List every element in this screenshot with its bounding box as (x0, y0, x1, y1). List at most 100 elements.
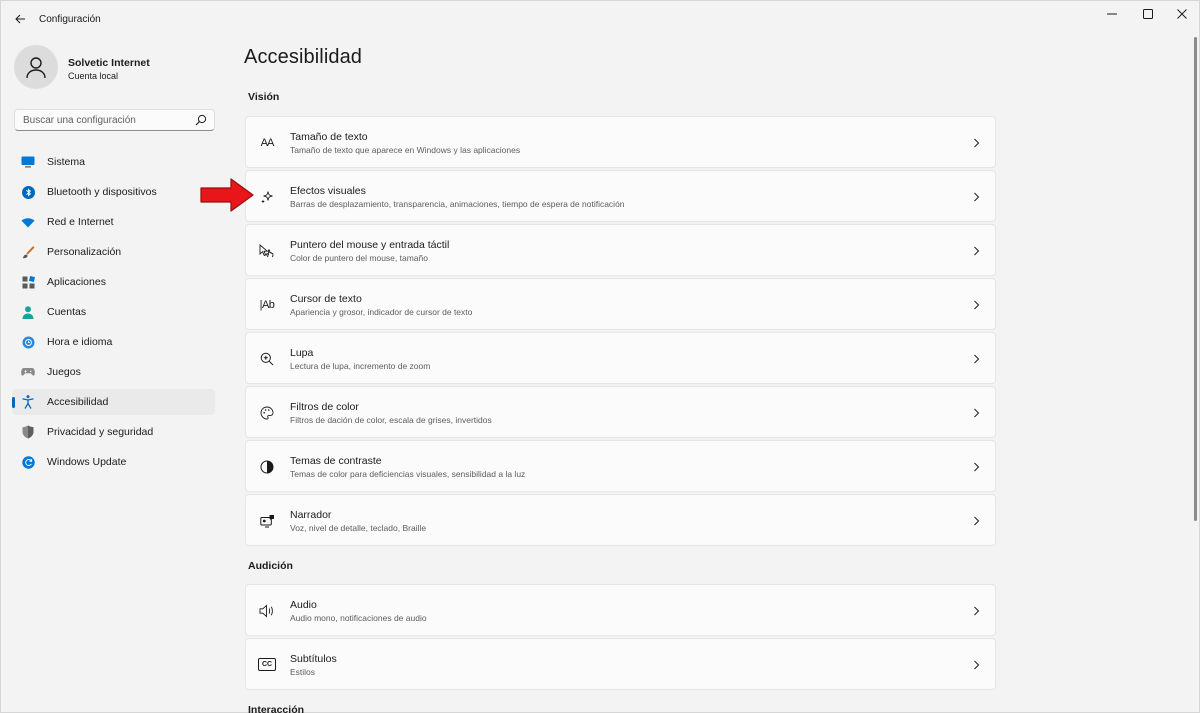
apps-icon (21, 275, 35, 289)
card-title: Subtítulos (290, 653, 337, 665)
nav-item-windows-update[interactable]: Windows Update (12, 449, 215, 475)
card-title: Tamaño de texto (290, 131, 368, 143)
nav-label: Hora e idioma (47, 336, 113, 348)
chevron-right-icon (974, 606, 980, 616)
maximize-icon (1143, 9, 1153, 19)
nav-label: Personalización (47, 246, 122, 258)
maximize-button[interactable] (1129, 1, 1167, 27)
nav-label: Cuentas (47, 306, 87, 318)
nav-item-sistema[interactable]: Sistema (12, 149, 215, 175)
palette-icon (258, 404, 276, 422)
magnifier-icon (258, 350, 276, 368)
nav-item-hora[interactable]: Hora e idioma (12, 329, 215, 355)
card-title: Audio (290, 599, 317, 611)
nav-item-accesibilidad[interactable]: Accesibilidad (12, 389, 215, 415)
nav-item-juegos[interactable]: Juegos (12, 359, 215, 385)
section-title-vision: Visión (248, 91, 280, 103)
card-filtros-color[interactable]: Filtros de color Filtros de dación de co… (245, 386, 996, 438)
nav-item-aplicaciones[interactable]: Aplicaciones (12, 269, 215, 295)
card-subtitle: Barras de desplazamiento, transparencia,… (290, 199, 625, 209)
card-subtitulos[interactable]: CC Subtítulos Estilos (245, 638, 996, 690)
nav-item-bluetooth[interactable]: Bluetooth y dispositivos (12, 179, 215, 205)
nav-item-personalizacion[interactable]: Personalización (12, 239, 215, 265)
nav-label: Juegos (47, 366, 81, 378)
close-icon (1177, 9, 1187, 19)
back-arrow-icon (14, 14, 25, 24)
search-box[interactable] (14, 109, 215, 131)
chevron-right-icon (974, 462, 980, 472)
card-title: Cursor de texto (290, 293, 362, 305)
contrast-icon (258, 458, 276, 476)
card-subtitle: Temas de color para deficiencias visuale… (290, 469, 526, 479)
text-cursor-icon: |Ab (259, 299, 275, 311)
close-button[interactable] (1163, 1, 1200, 27)
chevron-right-icon (974, 246, 980, 256)
system-icon (21, 155, 35, 169)
card-title: Lupa (290, 347, 314, 359)
search-input[interactable] (15, 110, 193, 130)
chevron-right-icon (974, 192, 980, 202)
person-avatar-icon (26, 57, 46, 79)
nav-label: Aplicaciones (47, 276, 106, 288)
settings-window: Configuración Solvetic Internet Cuenta l… (0, 0, 1200, 713)
shield-icon (21, 425, 35, 439)
title-bar: Configuración (1, 1, 1199, 37)
user-name: Solvetic Internet (68, 57, 150, 69)
narrator-icon (258, 512, 276, 530)
back-button[interactable] (9, 9, 31, 29)
chevron-right-icon (974, 300, 980, 310)
nav-label: Sistema (47, 156, 85, 168)
bluetooth-icon (21, 185, 35, 199)
card-subtitle: Tamaño de texto que aparece en Windows y… (290, 145, 521, 155)
card-subtitle: Color de puntero del mouse, tamaño (290, 253, 428, 263)
card-title: Filtros de color (290, 401, 359, 413)
globe-icon (21, 335, 35, 349)
minimize-icon (1107, 13, 1117, 15)
card-subtitle: Audio mono, notificaciones de audio (290, 613, 427, 623)
nav-item-cuentas[interactable]: Cuentas (12, 299, 215, 325)
card-temas-contraste[interactable]: Temas de contraste Temas de color para d… (245, 440, 996, 492)
gamepad-icon (21, 365, 35, 379)
nav-label: Privacidad y seguridad (47, 426, 154, 438)
card-subtitle: Apariencia y grosor, indicador de cursor… (290, 307, 473, 317)
red-annotation-arrow-icon (200, 178, 254, 212)
nav-label: Red e Internet (47, 216, 114, 228)
section-title-audicion: Audición (248, 560, 293, 572)
minimize-button[interactable] (1093, 1, 1131, 27)
chevron-right-icon (974, 516, 980, 526)
card-audio[interactable]: Audio Audio mono, notificaciones de audi… (245, 584, 996, 636)
nav-label: Bluetooth y dispositivos (47, 186, 157, 198)
card-lupa[interactable]: Lupa Lectura de lupa, incremento de zoom (245, 332, 996, 384)
person-icon (21, 305, 35, 319)
app-title: Configuración (39, 14, 101, 25)
chevron-right-icon (974, 408, 980, 418)
accessibility-icon (21, 395, 35, 409)
card-tamano-texto[interactable]: AA Tamaño de texto Tamaño de texto que a… (245, 116, 996, 168)
card-efectos-visuales[interactable]: Efectos visuales Barras de desplazamient… (245, 170, 996, 222)
card-title: Efectos visuales (290, 185, 366, 197)
nav-item-red[interactable]: Red e Internet (12, 209, 215, 235)
chevron-right-icon (974, 138, 980, 148)
card-title: Temas de contraste (290, 455, 382, 467)
chevron-right-icon (974, 660, 980, 670)
speaker-icon (258, 602, 276, 620)
active-indicator (12, 397, 15, 408)
captions-icon: CC (258, 658, 276, 671)
card-title: Puntero del mouse y entrada táctil (290, 239, 450, 251)
wifi-icon (21, 215, 35, 229)
card-subtitle: Voz, nivel de detalle, teclado, Braille (290, 523, 427, 533)
card-narrador[interactable]: Narrador Voz, nivel de detalle, teclado,… (245, 494, 996, 546)
section-title-interaccion: Interacción (248, 704, 305, 713)
nav-label: Accesibilidad (47, 396, 109, 408)
scrollbar-thumb[interactable] (1194, 37, 1197, 521)
card-puntero-mouse[interactable]: Puntero del mouse y entrada táctil Color… (245, 224, 996, 276)
card-subtitle: Lectura de lupa, incremento de zoom (290, 361, 431, 371)
card-subtitle: Filtros de dación de color, escala de gr… (290, 415, 492, 425)
sparkle-icon (258, 188, 276, 206)
pointer-icon (258, 242, 276, 260)
user-avatar[interactable] (14, 45, 58, 89)
card-cursor-texto[interactable]: |Ab Cursor de texto Apariencia y grosor,… (245, 278, 996, 330)
nav-item-privacidad[interactable]: Privacidad y seguridad (12, 419, 215, 445)
search-icon[interactable] (195, 114, 207, 126)
brush-icon (21, 245, 35, 259)
